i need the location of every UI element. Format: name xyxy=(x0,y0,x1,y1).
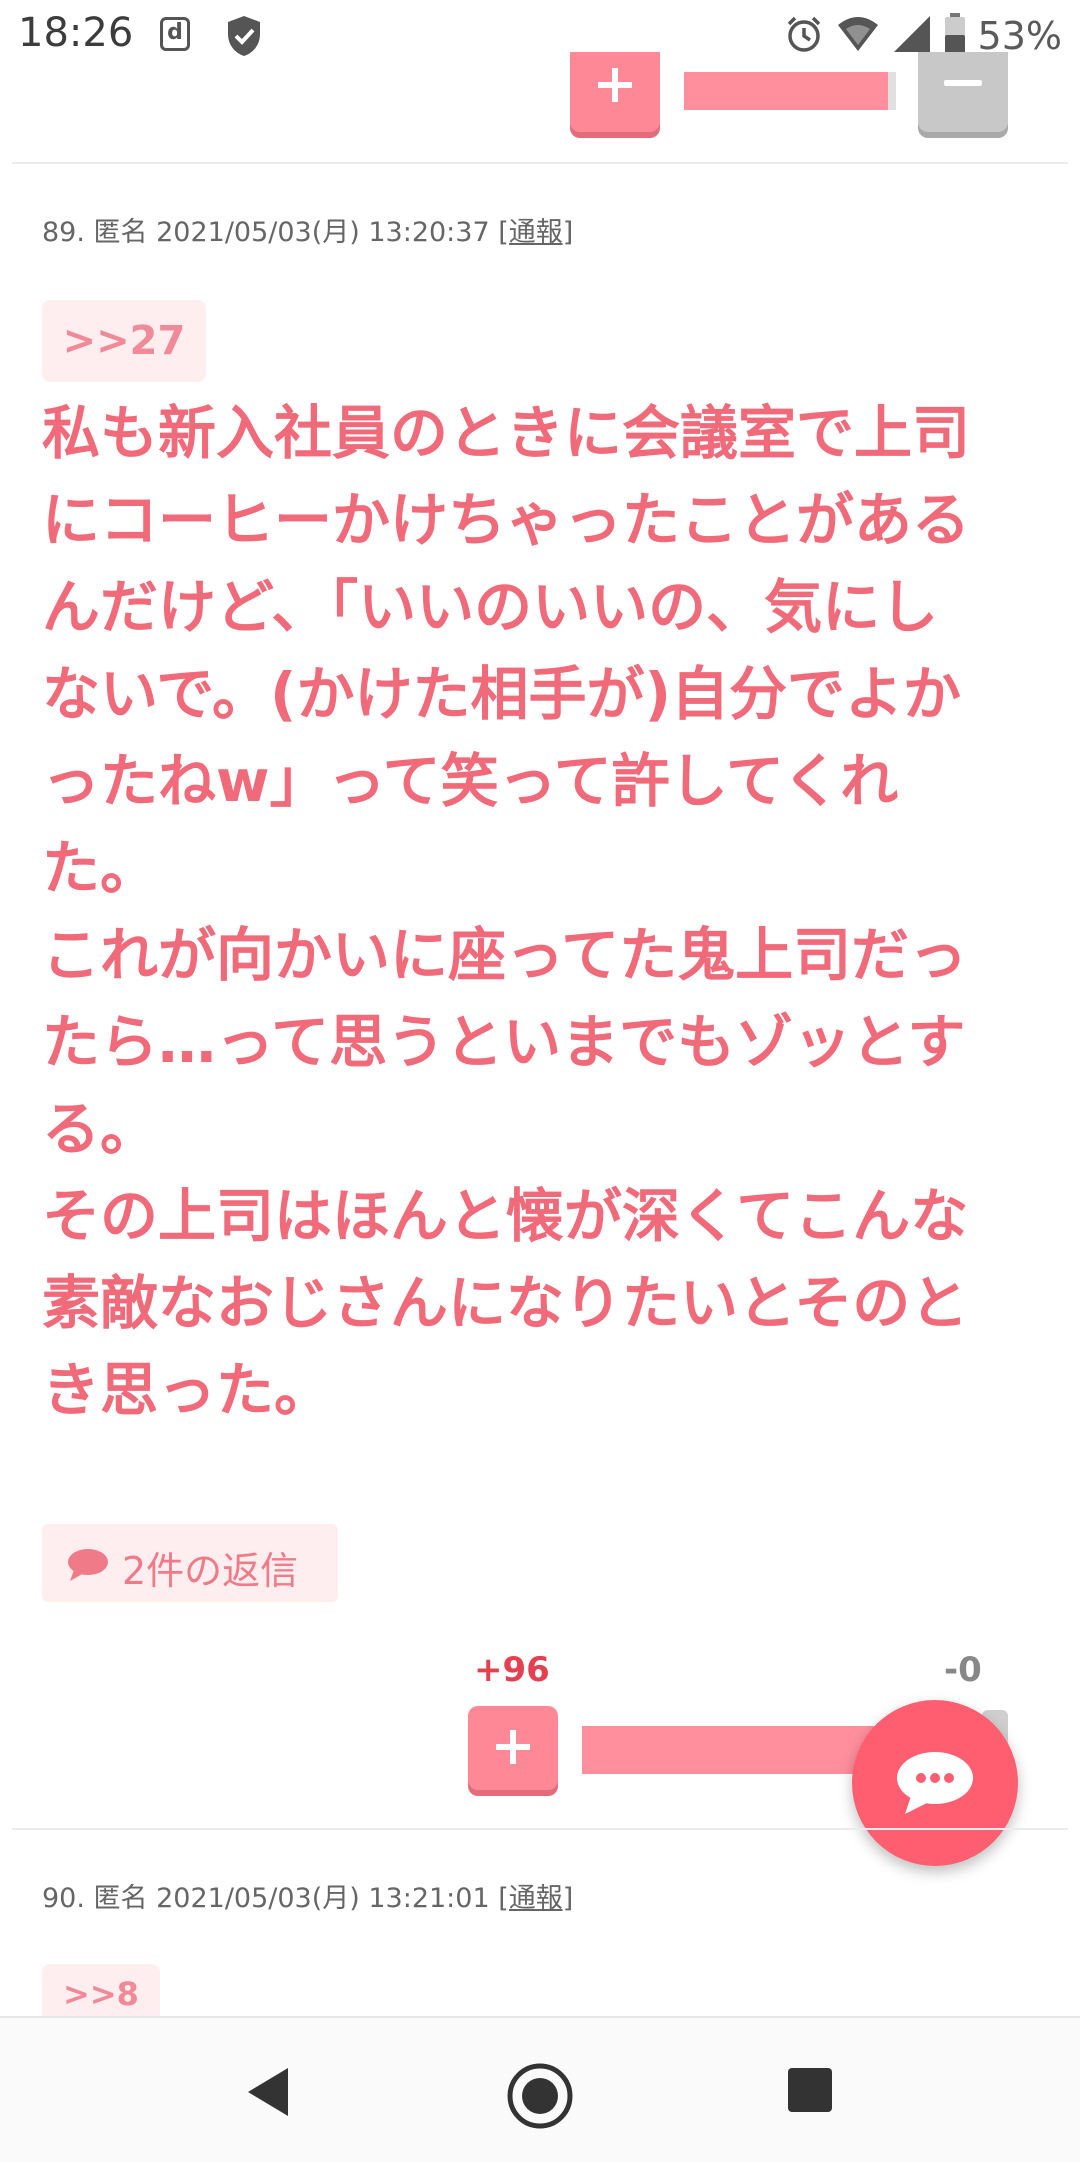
divider xyxy=(12,162,1068,164)
comment-line: 私も新入社員のときに会議室で上司 xyxy=(42,399,971,467)
comment-line: たら…って思うといまでもゾッとす xyxy=(42,1008,966,1076)
plus-icon xyxy=(496,1730,530,1764)
divider xyxy=(12,1828,1068,1830)
alarm-icon xyxy=(784,14,824,58)
reply-anchor-link[interactable]: >>27 xyxy=(42,300,206,382)
comment-line: これが向かいに座ってた鬼上司だっ xyxy=(42,921,968,989)
comment-line: にコーヒーかけちゃったことがある xyxy=(42,486,971,554)
back-icon[interactable] xyxy=(244,2066,292,2118)
post-meta-text: 89. 匿名 2021/05/03(月) 13:20:37 xyxy=(42,217,490,248)
vote-ratio-bar xyxy=(684,72,888,110)
system-nav-bar xyxy=(0,2016,1080,2162)
report-link[interactable]: [通報] xyxy=(498,1883,573,1914)
comment-line: た。 xyxy=(42,834,159,902)
replies-count: 2件の返信 xyxy=(122,1549,299,1593)
replies-button[interactable]: 2件の返信 xyxy=(42,1524,338,1602)
comment-line: その上司はほんと懐が深くてこんな xyxy=(42,1182,969,1250)
comment-line: る。 xyxy=(42,1095,159,1163)
comment-fab-button[interactable] xyxy=(852,1700,1018,1866)
minus-icon xyxy=(944,80,982,86)
post-meta: 90. 匿名 2021/05/03(月) 13:21:01 [通報] xyxy=(42,1876,573,1915)
chat-bubble-icon xyxy=(897,1752,973,1814)
d-icon: d xyxy=(160,17,190,51)
vote-ratio-bar-minus xyxy=(888,72,896,110)
comment-line: ないで。(かけた相手が)自分でよか xyxy=(42,660,961,728)
status-time: 18:26 xyxy=(18,10,134,56)
post-meta-text: 90. 匿名 2021/05/03(月) 13:21:01 xyxy=(42,1883,490,1914)
minus-score: -0 xyxy=(944,1650,982,1690)
comment-line: んだけど、「いいのいいの、気にし xyxy=(42,573,939,641)
shield-check-icon xyxy=(224,14,264,62)
reply-anchor-link[interactable]: >>8 xyxy=(42,1964,160,2024)
plus-vote-button[interactable] xyxy=(468,1706,558,1790)
minus-vote-button[interactable] xyxy=(918,52,1008,132)
report-link[interactable]: [通報] xyxy=(498,217,573,248)
comment-line: き思った。 xyxy=(42,1356,333,1424)
speech-bubble-icon xyxy=(68,1549,108,1581)
post-meta: 89. 匿名 2021/05/03(月) 13:20:37 [通報] xyxy=(42,210,573,249)
home-icon[interactable] xyxy=(506,2062,574,2130)
plus-score: +96 xyxy=(474,1650,550,1690)
comment-body: 私も新入社員のときに会議室で上司 にコーヒーかけちゃったことがある んだけど、「… xyxy=(42,390,1022,1434)
plus-vote-button[interactable] xyxy=(570,52,660,132)
recent-apps-icon[interactable] xyxy=(788,2068,832,2112)
plus-icon xyxy=(598,68,632,102)
comment-line: ったねw」って笑って許してくれ xyxy=(42,747,899,815)
wifi-icon xyxy=(836,15,880,57)
comment-line: 素敵なおじさんになりたいとそのと xyxy=(42,1269,969,1337)
